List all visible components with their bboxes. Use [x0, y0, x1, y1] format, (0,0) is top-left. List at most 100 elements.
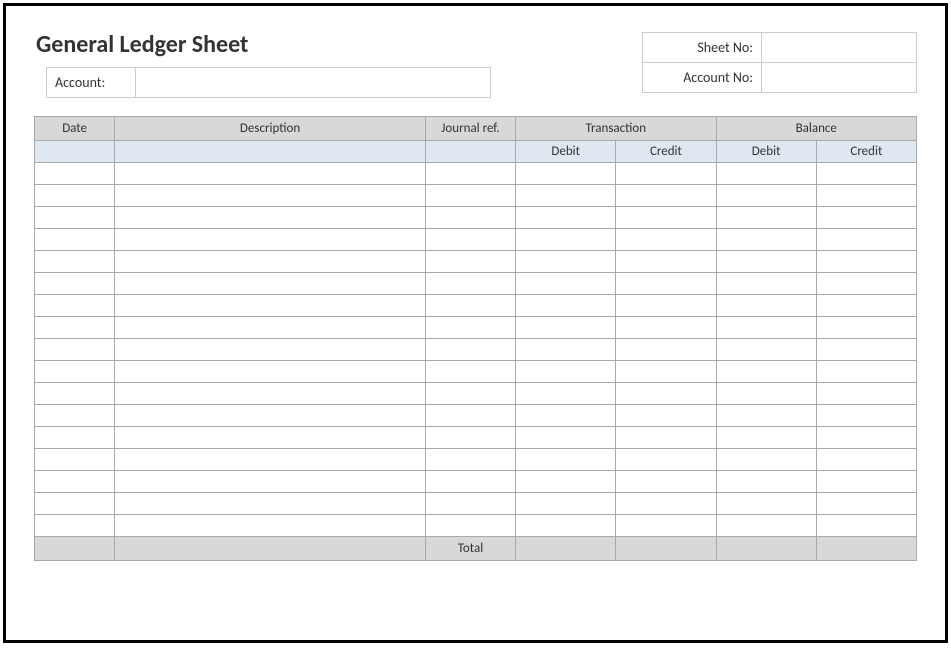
cell-b_credit[interactable]	[816, 383, 916, 405]
cell-description[interactable]	[115, 207, 426, 229]
cell-description[interactable]	[115, 317, 426, 339]
cell-t_debit[interactable]	[516, 515, 616, 537]
cell-journal_ref[interactable]	[425, 207, 515, 229]
cell-description[interactable]	[115, 405, 426, 427]
cell-b_credit[interactable]	[816, 295, 916, 317]
cell-t_debit[interactable]	[516, 471, 616, 493]
cell-t_credit[interactable]	[616, 339, 716, 361]
cell-b_credit[interactable]	[816, 471, 916, 493]
cell-b_debit[interactable]	[716, 471, 816, 493]
cell-b_credit[interactable]	[816, 339, 916, 361]
cell-b_credit[interactable]	[816, 251, 916, 273]
cell-t_debit[interactable]	[516, 317, 616, 339]
cell-date[interactable]	[35, 361, 115, 383]
cell-date[interactable]	[35, 493, 115, 515]
cell-journal_ref[interactable]	[425, 361, 515, 383]
cell-t_debit[interactable]	[516, 229, 616, 251]
cell-journal_ref[interactable]	[425, 229, 515, 251]
cell-t_credit[interactable]	[616, 427, 716, 449]
cell-t_credit[interactable]	[616, 163, 716, 185]
cell-b_credit[interactable]	[816, 427, 916, 449]
cell-date[interactable]	[35, 383, 115, 405]
cell-t_debit[interactable]	[516, 251, 616, 273]
cell-b_debit[interactable]	[716, 515, 816, 537]
cell-t_credit[interactable]	[616, 229, 716, 251]
cell-t_credit[interactable]	[616, 273, 716, 295]
cell-description[interactable]	[115, 229, 426, 251]
cell-description[interactable]	[115, 449, 426, 471]
cell-b_debit[interactable]	[716, 273, 816, 295]
cell-date[interactable]	[35, 229, 115, 251]
cell-description[interactable]	[115, 427, 426, 449]
cell-description[interactable]	[115, 493, 426, 515]
cell-t_credit[interactable]	[616, 251, 716, 273]
cell-t_debit[interactable]	[516, 163, 616, 185]
cell-description[interactable]	[115, 471, 426, 493]
cell-date[interactable]	[35, 185, 115, 207]
cell-b_credit[interactable]	[816, 493, 916, 515]
cell-t_credit[interactable]	[616, 471, 716, 493]
cell-t_credit[interactable]	[616, 207, 716, 229]
account-no-input[interactable]	[762, 63, 917, 93]
cell-t_debit[interactable]	[516, 207, 616, 229]
cell-description[interactable]	[115, 383, 426, 405]
cell-description[interactable]	[115, 361, 426, 383]
cell-description[interactable]	[115, 295, 426, 317]
cell-b_debit[interactable]	[716, 405, 816, 427]
cell-journal_ref[interactable]	[425, 273, 515, 295]
cell-b_debit[interactable]	[716, 295, 816, 317]
cell-description[interactable]	[115, 515, 426, 537]
cell-t_debit[interactable]	[516, 273, 616, 295]
cell-b_credit[interactable]	[816, 361, 916, 383]
cell-t_debit[interactable]	[516, 405, 616, 427]
cell-t_debit[interactable]	[516, 339, 616, 361]
cell-date[interactable]	[35, 427, 115, 449]
cell-t_credit[interactable]	[616, 449, 716, 471]
cell-journal_ref[interactable]	[425, 405, 515, 427]
cell-t_credit[interactable]	[616, 361, 716, 383]
cell-t_credit[interactable]	[616, 317, 716, 339]
cell-b_debit[interactable]	[716, 339, 816, 361]
cell-journal_ref[interactable]	[425, 493, 515, 515]
cell-journal_ref[interactable]	[425, 185, 515, 207]
cell-b_credit[interactable]	[816, 449, 916, 471]
cell-journal_ref[interactable]	[425, 449, 515, 471]
cell-b_credit[interactable]	[816, 163, 916, 185]
cell-journal_ref[interactable]	[425, 515, 515, 537]
cell-date[interactable]	[35, 273, 115, 295]
cell-b_debit[interactable]	[716, 185, 816, 207]
cell-b_debit[interactable]	[716, 317, 816, 339]
cell-b_credit[interactable]	[816, 317, 916, 339]
cell-description[interactable]	[115, 273, 426, 295]
cell-t_debit[interactable]	[516, 295, 616, 317]
cell-t_debit[interactable]	[516, 427, 616, 449]
cell-b_credit[interactable]	[816, 273, 916, 295]
cell-t_credit[interactable]	[616, 295, 716, 317]
cell-b_credit[interactable]	[816, 515, 916, 537]
cell-t_debit[interactable]	[516, 185, 616, 207]
cell-date[interactable]	[35, 405, 115, 427]
cell-date[interactable]	[35, 515, 115, 537]
cell-b_debit[interactable]	[716, 251, 816, 273]
cell-t_debit[interactable]	[516, 361, 616, 383]
sheet-no-input[interactable]	[762, 32, 917, 63]
cell-b_debit[interactable]	[716, 493, 816, 515]
cell-t_debit[interactable]	[516, 449, 616, 471]
cell-b_debit[interactable]	[716, 163, 816, 185]
cell-b_debit[interactable]	[716, 449, 816, 471]
cell-b_debit[interactable]	[716, 383, 816, 405]
cell-date[interactable]	[35, 295, 115, 317]
cell-journal_ref[interactable]	[425, 339, 515, 361]
cell-journal_ref[interactable]	[425, 317, 515, 339]
cell-t_credit[interactable]	[616, 493, 716, 515]
cell-b_debit[interactable]	[716, 207, 816, 229]
cell-b_debit[interactable]	[716, 361, 816, 383]
cell-t_credit[interactable]	[616, 383, 716, 405]
cell-t_debit[interactable]	[516, 493, 616, 515]
cell-date[interactable]	[35, 251, 115, 273]
cell-b_debit[interactable]	[716, 229, 816, 251]
cell-b_credit[interactable]	[816, 185, 916, 207]
cell-t_debit[interactable]	[516, 383, 616, 405]
cell-b_credit[interactable]	[816, 207, 916, 229]
cell-b_credit[interactable]	[816, 405, 916, 427]
